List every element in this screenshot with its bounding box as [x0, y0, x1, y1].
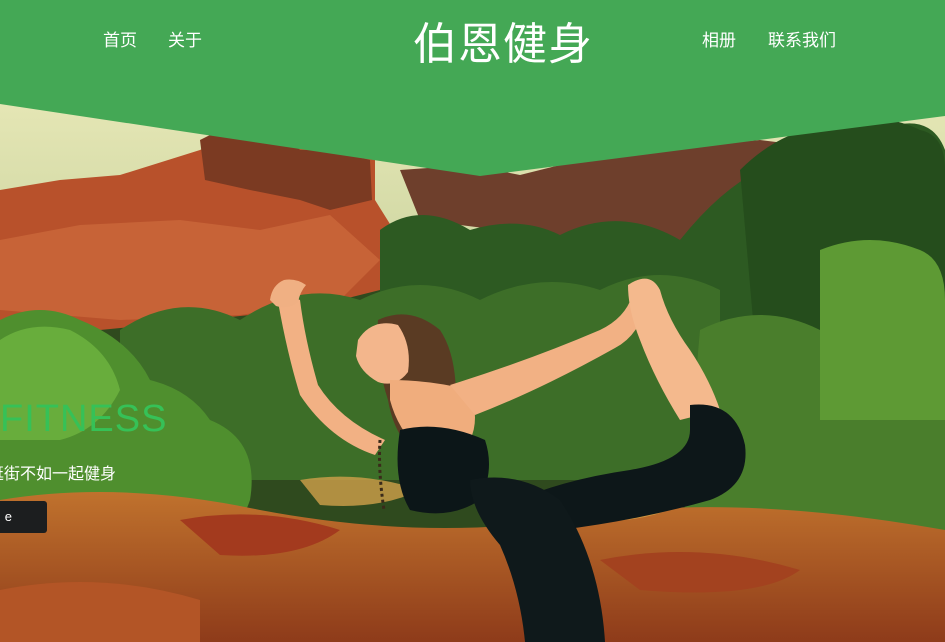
hero-cta-button[interactable]: e: [0, 501, 47, 533]
site-logo-title[interactable]: 伯恩健身: [412, 8, 594, 72]
nav-contact-link[interactable]: 联系我们: [768, 26, 836, 51]
hero-title: N FITNESS: [0, 398, 168, 440]
hero-subtitle: 逛街不如一起健身: [0, 464, 117, 483]
site-header: 首页 关于 伯恩健身 相册 联系我们: [0, 0, 945, 180]
nav-home-link[interactable]: 首页: [103, 26, 137, 51]
nav-about-link[interactable]: 关于: [168, 26, 202, 51]
nav-gallery-link[interactable]: 相册: [702, 26, 736, 51]
